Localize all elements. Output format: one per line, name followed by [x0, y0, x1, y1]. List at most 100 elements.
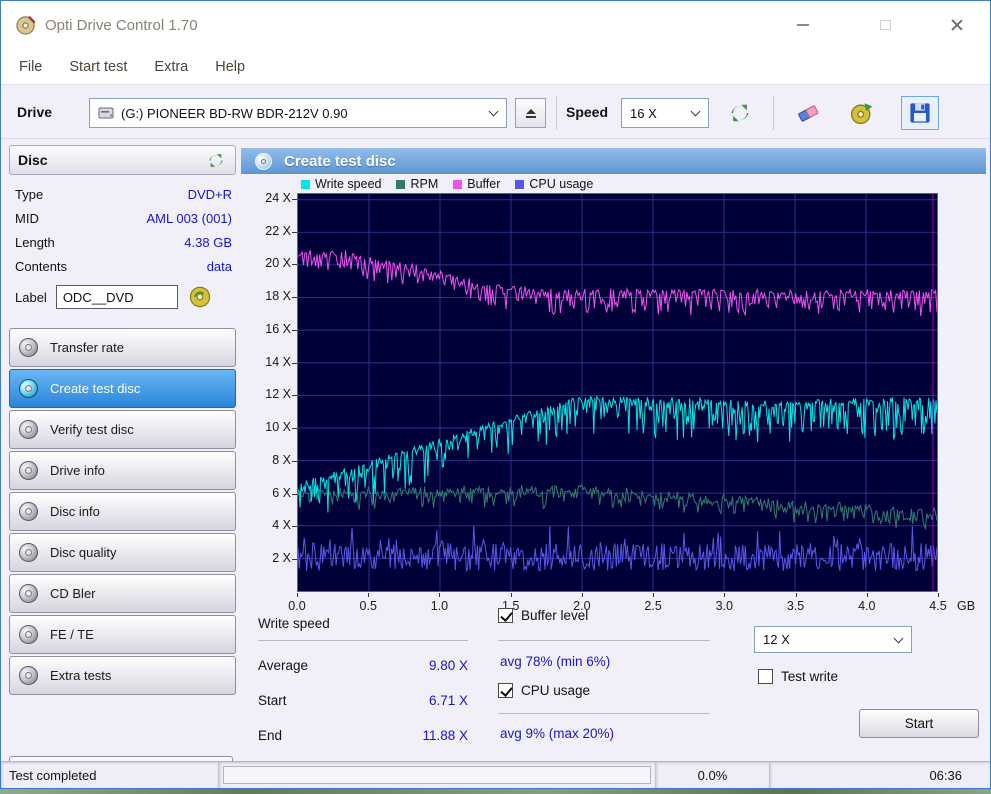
drive-label: Drive: [17, 104, 53, 120]
sidebar-item-drive-info[interactable]: Drive info: [9, 451, 236, 490]
result-label: End: [258, 728, 283, 743]
y-tick-label: 16 X: [265, 321, 291, 336]
sidebar-item-disc-info[interactable]: Disc info: [9, 492, 236, 531]
disc-icon: [19, 543, 38, 562]
sidebar-item-verify-test-disc[interactable]: Verify test disc: [9, 410, 236, 449]
chart-legend: Write speed RPM Buffer CPU usage: [301, 177, 593, 191]
menu-item-start-test[interactable]: Start test: [69, 59, 127, 75]
x-tick-mark: [795, 593, 797, 597]
menu-item-file[interactable]: File: [19, 59, 42, 75]
disc-icon: [19, 338, 38, 357]
drive-select[interactable]: (G:) PIONEER BD-RW BDR-212V 0.90: [89, 98, 507, 128]
screen: Opti Drive Control 1.70 File Start test Ex…: [0, 0, 991, 794]
disc-label-button[interactable]: [187, 284, 214, 310]
main-panel: Create test disc Write speed RPM Buffer CPU…: [241, 145, 986, 788]
desktop-background: [0, 789, 991, 794]
sidebar-item-label: Disc info: [50, 504, 100, 519]
write-disc-button[interactable]: [845, 98, 879, 128]
disc-icon: [255, 152, 272, 170]
y-tick-label: 12 X: [265, 387, 291, 402]
menu-item-help[interactable]: Help: [215, 59, 245, 75]
x-tick-label: 0.5: [359, 599, 377, 613]
sidebar-item-label: Extra tests: [50, 668, 112, 683]
speed-select[interactable]: 16 X: [621, 98, 709, 128]
test-write-label: Test write: [781, 669, 839, 684]
sidebar-item-label: CD Bler: [50, 586, 96, 601]
legend-label: CPU usage: [529, 177, 594, 191]
checkbox-checked-icon[interactable]: [498, 608, 513, 623]
x-tick-mark: [297, 593, 298, 597]
refresh-icon: [209, 153, 223, 167]
save-button[interactable]: [901, 96, 939, 130]
y-tick-label: 6 X: [272, 485, 291, 500]
disc-panel-header: Disc: [9, 145, 236, 175]
y-tick-label: 24 X: [265, 190, 291, 205]
refresh-speeds-button[interactable]: [725, 100, 755, 126]
eraser-icon: [798, 105, 819, 122]
result-value: 6.71 X: [428, 693, 468, 708]
x-tick-label: 0.0: [288, 599, 306, 613]
page-header: Create test disc: [241, 148, 986, 174]
info-value: data: [206, 258, 232, 274]
minimize-icon: [797, 24, 809, 26]
info-label: Type: [15, 186, 44, 202]
progress-percent: 0.0%: [656, 762, 770, 788]
eject-icon: [525, 109, 536, 118]
disc-write-icon: [190, 286, 211, 308]
sidebar: Disc Type DVD+R MID AML 003 (001) Length 4.38…: [9, 145, 236, 788]
sidebar-item-transfer-rate[interactable]: Transfer rate: [9, 328, 236, 367]
legend-item-buffer: Buffer: [453, 177, 500, 191]
progress-bar: [219, 762, 656, 788]
disc-icon: [19, 625, 38, 644]
x-tick-mark: [439, 593, 441, 597]
disc-icon: [19, 666, 38, 685]
disc-info-row: Length 4.38 GB: [9, 230, 236, 254]
label-caption: Label: [15, 289, 47, 305]
sidebar-item-label: Transfer rate: [50, 340, 124, 355]
x-tick-label: 2.5: [644, 599, 662, 613]
x-tick-mark: [724, 593, 726, 597]
checkbox-checked-icon[interactable]: [498, 683, 513, 698]
erase-disc-button[interactable]: [791, 98, 825, 128]
y-tick-label: 20 X: [265, 256, 291, 271]
close-button[interactable]: [941, 13, 973, 37]
y-tick-label: 10 X: [265, 420, 291, 435]
info-label: Length: [15, 234, 55, 250]
minimize-button[interactable]: [787, 13, 819, 37]
y-tick-label: 18 X: [265, 289, 291, 304]
sidebar-item-label: FE / TE: [50, 627, 94, 642]
save-icon: [910, 103, 930, 123]
label-input[interactable]: [55, 285, 178, 309]
eject-button[interactable]: [515, 98, 546, 128]
sidebar-item-create-test-disc[interactable]: Create test disc: [9, 369, 236, 408]
sidebar-item-extra-tests[interactable]: Extra tests: [9, 656, 236, 695]
buffer-level-checkbox[interactable]: Buffer level: [498, 608, 588, 623]
maximize-button[interactable]: [869, 13, 901, 37]
refresh-disc-button[interactable]: [205, 150, 227, 170]
cpu-usage-checkbox[interactable]: CPU usage: [498, 683, 590, 698]
chevron-down-icon: [690, 106, 701, 117]
info-value: DVD+R: [187, 186, 232, 202]
checkbox-icon[interactable]: [758, 669, 773, 684]
sidebar-item-cd-bler[interactable]: CD Bler: [9, 574, 236, 613]
toolbar-separator: [556, 96, 557, 130]
sidebar-nav: Transfer rate Create test disc Verify test…: [9, 328, 236, 695]
sidebar-item-disc-quality[interactable]: Disc quality: [9, 533, 236, 572]
info-label: MID: [15, 210, 39, 226]
results-rows: Average 9.80 X Start 6.71 X End 11.88 X: [258, 648, 468, 753]
info-value: AML 003 (001): [146, 210, 232, 226]
legend-label: Buffer: [467, 177, 501, 191]
info-label: Contents: [15, 258, 68, 274]
separator: [498, 713, 710, 714]
menu-item-extra[interactable]: Extra: [154, 59, 188, 75]
close-icon: [950, 18, 964, 32]
test-write-checkbox[interactable]: Test write: [758, 669, 838, 684]
title-bar: Opti Drive Control 1.70: [1, 1, 990, 49]
write-speed-select[interactable]: 12 X: [754, 626, 912, 653]
status-bar: Test completed 0.0% 06:36: [1, 761, 990, 788]
start-button[interactable]: Start: [859, 709, 979, 738]
sidebar-item-fe-te[interactable]: FE / TE: [9, 615, 236, 654]
legend-swatch: [396, 179, 406, 189]
result-label: Average: [258, 658, 309, 673]
legend-swatch: [515, 179, 525, 189]
